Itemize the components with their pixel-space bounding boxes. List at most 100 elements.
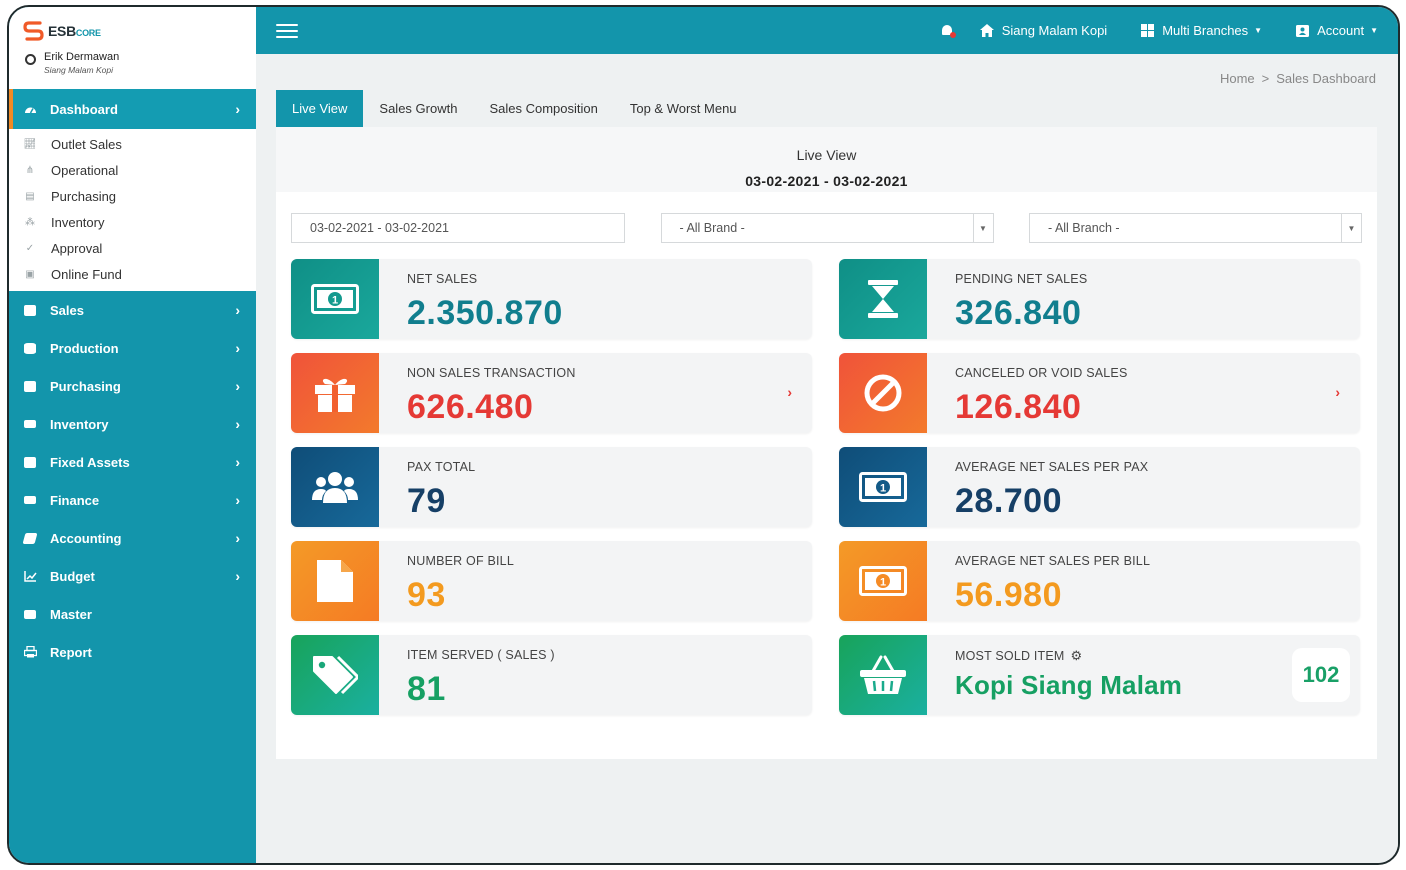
- account-label: Account: [1317, 23, 1365, 38]
- card-value: 28.700: [955, 482, 1062, 520]
- card-value: 56.980: [955, 576, 1062, 614]
- breadcrumb-home[interactable]: Home: [1220, 71, 1255, 86]
- panel-date-range: 03-02-2021 - 03-02-2021: [745, 173, 908, 189]
- sidebar-item-fixed-assets[interactable]: Fixed Assets ›: [9, 443, 256, 481]
- sidebar-item-accounting[interactable]: Accounting ›: [9, 519, 256, 557]
- laptop-icon: [23, 418, 37, 430]
- canceled-void-sales-card[interactable]: CANCELED OR VOID SALES 126.840 ›: [839, 353, 1360, 433]
- money-icon: [23, 494, 37, 506]
- card-label: NUMBER OF BILL: [407, 554, 514, 568]
- line-chart-icon: 📈︎: [23, 138, 37, 150]
- boxes-icon: ⁂: [25, 216, 35, 228]
- sidebar-item-inventory[interactable]: Inventory ›: [9, 405, 256, 443]
- subitem-purchasing[interactable]: ▤ Purchasing: [9, 183, 256, 209]
- menu-toggle-icon[interactable]: [276, 23, 298, 38]
- printer-icon: [23, 646, 37, 658]
- tab-live-view[interactable]: Live View: [276, 90, 364, 127]
- pax-total-card: PAX TOTAL 79: [291, 447, 812, 527]
- esb-logo-icon: [23, 21, 44, 41]
- users-icon: [291, 447, 379, 527]
- breadcrumb-current: Sales Dashboard: [1276, 71, 1376, 86]
- card-label: PAX TOTAL: [407, 460, 476, 474]
- chevron-right-icon: ›: [235, 101, 240, 117]
- tab-top-worst-menu[interactable]: Top & Worst Menu: [614, 90, 753, 127]
- sidebar-item-label: Finance: [50, 492, 100, 508]
- subitem-inventory[interactable]: ⁂ Inventory: [9, 209, 256, 235]
- chevron-right-icon[interactable]: ›: [1335, 384, 1340, 400]
- avg-net-sales-per-bill-card: 1 AVERAGE NET SALES PER BILL 56.980: [839, 541, 1360, 621]
- sidebar-item-label: Dashboard: [50, 101, 118, 117]
- app-logo[interactable]: ESBCORE: [23, 19, 242, 43]
- non-sales-transaction-card[interactable]: NON SALES TRANSACTION 626.480 ›: [291, 353, 812, 433]
- brand-select[interactable]: - All Brand - ▼: [660, 213, 994, 243]
- sidebar-item-label: Master: [50, 606, 92, 622]
- sidebar-item-master[interactable]: Master: [9, 595, 256, 633]
- sidebar-item-label: Purchasing: [50, 378, 121, 394]
- file-icon: [291, 541, 379, 621]
- item-served-card: ITEM SERVED ( SALES ) 81: [291, 635, 812, 715]
- sidebar-item-finance[interactable]: Finance ›: [9, 481, 256, 519]
- chevron-right-icon: ›: [235, 530, 240, 546]
- filter-row: 03-02-2021 - 03-02-2021 - All Brand - ▼ …: [291, 213, 1362, 243]
- notification-bell-button[interactable]: [940, 24, 956, 38]
- chevron-right-icon[interactable]: ›: [787, 384, 792, 400]
- card-value: 326.840: [955, 294, 1082, 332]
- dashboard-gauge-icon: [23, 103, 37, 115]
- money-bill-icon: 1: [291, 259, 379, 339]
- subitem-online-fund[interactable]: ▣ Online Fund: [9, 261, 256, 287]
- sidebar-item-label: Production: [50, 340, 119, 356]
- sidebar-item-budget[interactable]: Budget ›: [9, 557, 256, 595]
- sidebar-item-purchasing[interactable]: Purchasing ›: [9, 367, 256, 405]
- panel-title: Live View: [796, 147, 857, 163]
- sidebar-item-report[interactable]: Report: [9, 633, 256, 671]
- outlet-link[interactable]: Siang Malam Kopi: [979, 23, 1108, 38]
- subitem-label: Purchasing: [51, 188, 117, 204]
- branches-label: Multi Branches: [1162, 23, 1249, 38]
- date-range-input[interactable]: 03-02-2021 - 03-02-2021: [291, 213, 625, 243]
- breadcrumb-separator: >: [1261, 71, 1270, 86]
- sidebar-item-label: Report: [50, 644, 92, 660]
- sidebar-item-dashboard[interactable]: Dashboard ›: [9, 89, 256, 129]
- subitem-operational[interactable]: ⋔ Operational: [9, 157, 256, 183]
- sitemap-icon: ⋔: [25, 164, 35, 176]
- pending-net-sales-card: PENDING NET SALES 326.840: [839, 259, 1360, 339]
- card-label: NON SALES TRANSACTION: [407, 366, 576, 380]
- gear-icon[interactable]: ⚙: [1071, 648, 1083, 664]
- subitem-label: Online Fund: [51, 266, 122, 282]
- database-icon: [23, 342, 37, 354]
- branches-dropdown[interactable]: Multi Branches ▼: [1141, 23, 1262, 38]
- sidebar-item-label: Inventory: [50, 416, 109, 432]
- subitem-label: Approval: [51, 240, 103, 256]
- card-value: 126.840: [955, 388, 1082, 426]
- subitem-outlet-sales[interactable]: 📈︎ Outlet Sales: [9, 131, 256, 157]
- card-label: AVERAGE NET SALES PER PAX: [955, 460, 1149, 474]
- copy-icon: [23, 304, 37, 316]
- number-of-bill-card: NUMBER OF BILL 93: [291, 541, 812, 621]
- subitem-approval[interactable]: ✓ Approval: [9, 235, 256, 261]
- account-dropdown[interactable]: Account ▼: [1296, 23, 1378, 38]
- branch-select[interactable]: - All Branch - ▼: [1029, 213, 1362, 243]
- money-icon: ▣: [25, 268, 35, 280]
- user-outlet: Siang Malam Kopi: [44, 65, 113, 75]
- sidebar-item-sales[interactable]: Sales ›: [9, 291, 256, 329]
- card-value: 93: [407, 576, 446, 614]
- card-value: 2.350.870: [407, 294, 563, 332]
- avg-net-sales-per-pax-card: 1 AVERAGE NET SALES PER PAX 28.700: [839, 447, 1360, 527]
- line-chart-icon: [23, 570, 37, 582]
- user-info[interactable]: Erik Dermawan Siang Malam Kopi: [23, 51, 242, 75]
- subitem-label: Inventory: [51, 214, 105, 230]
- card-label: NET SALES: [407, 272, 478, 286]
- tab-sales-composition[interactable]: Sales Composition: [473, 90, 613, 127]
- card-value: 79: [407, 482, 446, 520]
- tab-sales-growth[interactable]: Sales Growth: [363, 90, 473, 127]
- main-content: Home > Sales Dashboard Live View Sales G…: [256, 54, 1398, 863]
- sidebar-item-production[interactable]: Production ›: [9, 329, 256, 367]
- outlet-name: Siang Malam Kopi: [1001, 23, 1108, 38]
- sidebar-item-label: Accounting: [50, 530, 122, 546]
- brand-main-text: ESB: [48, 23, 76, 39]
- branch-select-value: - All Branch -: [1048, 221, 1120, 235]
- card-label: AVERAGE NET SALES PER BILL: [955, 554, 1151, 568]
- money-bill-icon: 1: [839, 541, 927, 621]
- brand-block: ESBCORE Erik Dermawan Siang Malam Kopi: [9, 7, 256, 89]
- dashboard-submenu: 📈︎ Outlet Sales ⋔ Operational ▤ Purchasing …: [9, 129, 256, 291]
